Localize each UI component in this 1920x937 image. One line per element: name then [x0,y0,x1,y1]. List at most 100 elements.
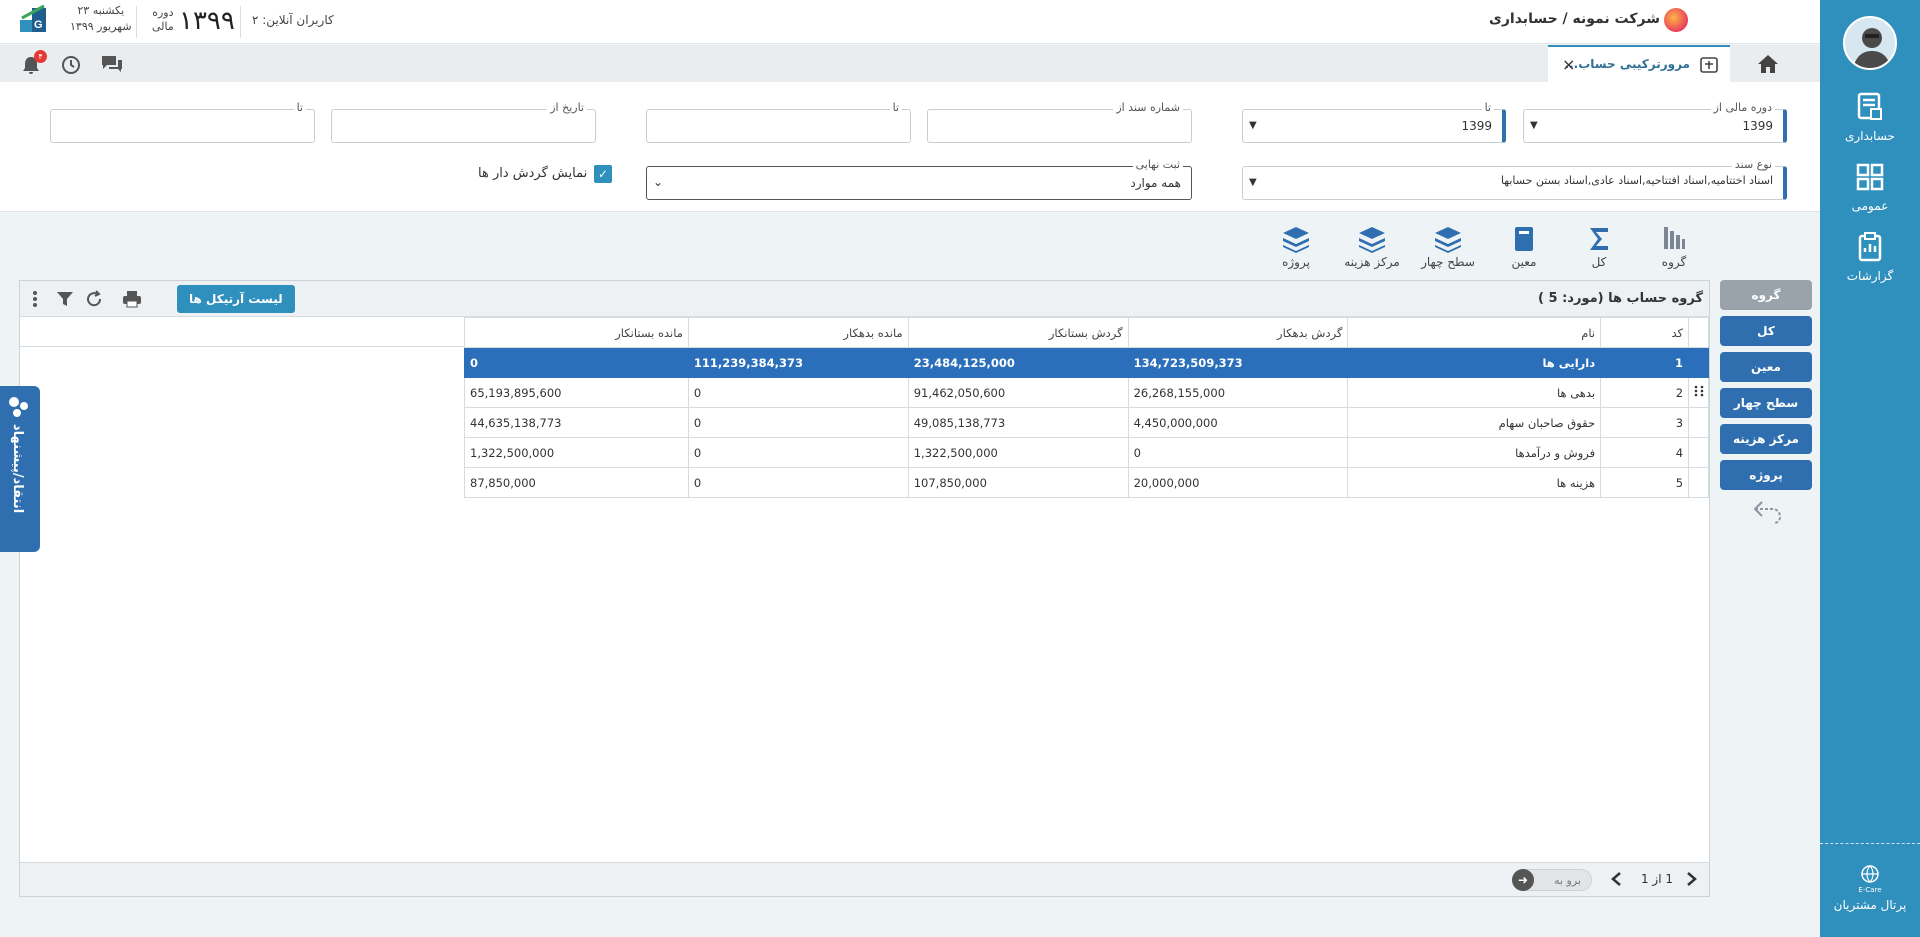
notification-badge: ۴ [34,50,47,63]
date-line2: شهریور ۱۳۹۹ [70,20,132,33]
row-handle [1688,467,1709,498]
show-turnover-checkbox[interactable]: ✓ [594,165,612,183]
filter-icon[interactable] [56,290,74,311]
cell-name: بدهی ها [1347,377,1602,408]
level-label: معین [1511,255,1537,269]
group-button-project[interactable]: پروژه [1720,460,1812,490]
grid-title: گروه حساب ها (مورد: 5 ) [1538,291,1703,306]
more-vertical-icon[interactable] [32,290,38,311]
refresh-icon[interactable] [85,290,103,311]
level-total-button[interactable]: کل [1571,225,1627,269]
table-row[interactable]: 2 بدهی ها 26,268,155,000 91,462,050,600 … [464,377,1709,408]
fiscal-from-value: 1399 [1742,119,1773,133]
level-fourth-button[interactable]: سطح چهار [1420,225,1476,269]
tab-title: مرورترکیبی حساب... [1564,57,1690,71]
doc-number-from-input[interactable]: شماره سند از [927,101,1192,143]
sidebar-item-reports[interactable]: گزارشات [1820,232,1920,283]
row-handle [1688,437,1709,468]
table-row[interactable]: 1 دارایی ها 134,723,509,373 23,484,125,0… [464,347,1709,378]
date-from-input[interactable]: تاریخ از [331,101,596,143]
table-row[interactable]: 3 حقوق صاحبان سهام 4,450,000,000 49,085,… [464,407,1709,438]
column-code[interactable]: کد [1600,317,1690,348]
table-row[interactable]: 4 فروش و درآمدها 0 1,322,500,000 0 1,322… [464,437,1709,468]
level-group-button[interactable]: گروه [1646,225,1702,269]
fiscal-from-select[interactable]: دوره مالی از 1399 ▼ [1523,101,1787,143]
cell-name: دارایی ها [1347,347,1602,378]
column-debit-balance[interactable]: مانده بدهکار [687,317,909,348]
goto-arrow-icon[interactable]: ➜ [1512,869,1534,891]
level-subsidiary-button[interactable]: معین [1496,225,1552,269]
level-cost-center-button[interactable]: مرکز هزینه [1344,225,1400,269]
date-to-input[interactable]: تا [50,101,315,143]
sigma-icon [1571,225,1627,255]
column-credit-turnover[interactable]: گردش بستانکار [907,317,1129,348]
column-credit-balance[interactable]: مانده بستانکار [464,317,689,348]
sidebar-item-label: حسابداری [1845,129,1895,143]
grid-empty-area [20,317,466,347]
user-avatar[interactable] [1843,16,1897,70]
cell-debit-turnover: 0 [1127,437,1349,468]
group-button-total[interactable]: کل [1720,316,1812,346]
date-from-label: تاریخ از [547,101,587,115]
accounting-icon [1855,92,1885,125]
grid-pager: 1 از 1 برو به ➜ [20,862,1709,896]
next-page-icon[interactable] [1685,871,1697,890]
customer-portal-link[interactable]: E-Care پرتال مشتریان [1820,864,1920,912]
column-name[interactable]: نام [1347,317,1602,348]
cell-debit-turnover: 26,268,155,000 [1127,377,1349,408]
goto-page-input[interactable]: برو به ➜ [1512,869,1592,891]
feedback-tab[interactable]: انتقاد/پیشنهاد [0,386,40,552]
level-label: کل [1591,255,1607,269]
fiscal-to-label: تا [1481,101,1494,115]
column-debit-turnover[interactable]: گردش بدهکار [1127,317,1349,348]
group-button-fourth-level[interactable]: سطح چهار [1720,388,1812,418]
main-sidebar: حسابداری عمومی گزارشات E-Care پرتال مشتر… [1820,0,1920,937]
drag-handle-icon[interactable] [1688,377,1709,408]
app-logo-icon[interactable]: G [18,4,50,36]
fiscal-to-select[interactable]: تا 1399 ▼ [1242,101,1506,143]
tab-account-review[interactable]: مرورترکیبی حساب... × [1548,45,1730,82]
level-label: سطح چهار [1421,255,1475,269]
group-button-subsidiary[interactable]: معین [1720,352,1812,382]
cell-name: فروش و درآمدها [1347,437,1602,468]
cell-code: 2 [1600,377,1690,408]
final-registration-select[interactable]: ثبت نهایی همه موارد ⌄ [646,158,1192,200]
cell-debit-balance: 0 [687,437,909,468]
articles-list-button[interactable]: لیست آرتیکل ها [177,285,295,313]
feedback-icon [6,394,32,423]
cell-credit-balance: 65,193,895,600 [464,377,689,408]
doc-type-value: اسناد اختتامیه,اسناد افتتاحیه,اسناد عادی… [1500,174,1773,187]
layers-icon [1420,225,1476,255]
group-button-group[interactable]: گروه [1720,280,1812,310]
notifications-bell-icon[interactable]: ۴ [20,50,47,79]
sidebar-item-general[interactable]: عمومی [1820,162,1920,213]
group-button-cost-center[interactable]: مرکز هزینه [1720,424,1812,454]
row-handle [1688,347,1709,378]
cell-debit-balance: 0 [687,467,909,498]
caret-down-icon: ▼ [1530,120,1538,131]
goto-page-label: برو به [1554,874,1581,887]
reports-icon [1855,232,1885,265]
home-icon[interactable] [1756,53,1780,78]
company-title: شرکت نمونه / حسابداری [1489,11,1660,27]
cell-credit-balance: 87,850,000 [464,467,689,498]
level-label: گروه [1661,255,1687,269]
sidebar-item-accounting[interactable]: حسابداری [1820,92,1920,143]
close-icon[interactable]: × [1562,55,1575,74]
period-label-line1: دوره [152,6,174,19]
doc-number-to-input[interactable]: تا [646,101,911,143]
back-arrow-icon[interactable] [1752,498,1784,529]
cell-code: 3 [1600,407,1690,438]
prev-page-icon[interactable] [1611,871,1623,890]
cell-name: هزینه ها [1347,467,1602,498]
doc-type-select[interactable]: نوع سند اسناد اختتامیه,اسناد افتتاحیه,اس… [1242,158,1787,200]
table-row[interactable]: 5 هزینه ها 20,000,000 107,850,000 0 87,8… [464,467,1709,498]
history-icon[interactable] [60,54,82,79]
sidebar-divider [1820,843,1920,844]
level-project-button[interactable]: پروژه [1268,225,1324,269]
fiscal-to-value: 1399 [1461,119,1492,133]
divider [136,6,137,38]
current-date: یکشنبه ۲۳ شهریور ۱۳۹۹ [70,3,132,35]
chat-icon[interactable] [100,54,124,77]
print-icon[interactable] [122,290,142,311]
